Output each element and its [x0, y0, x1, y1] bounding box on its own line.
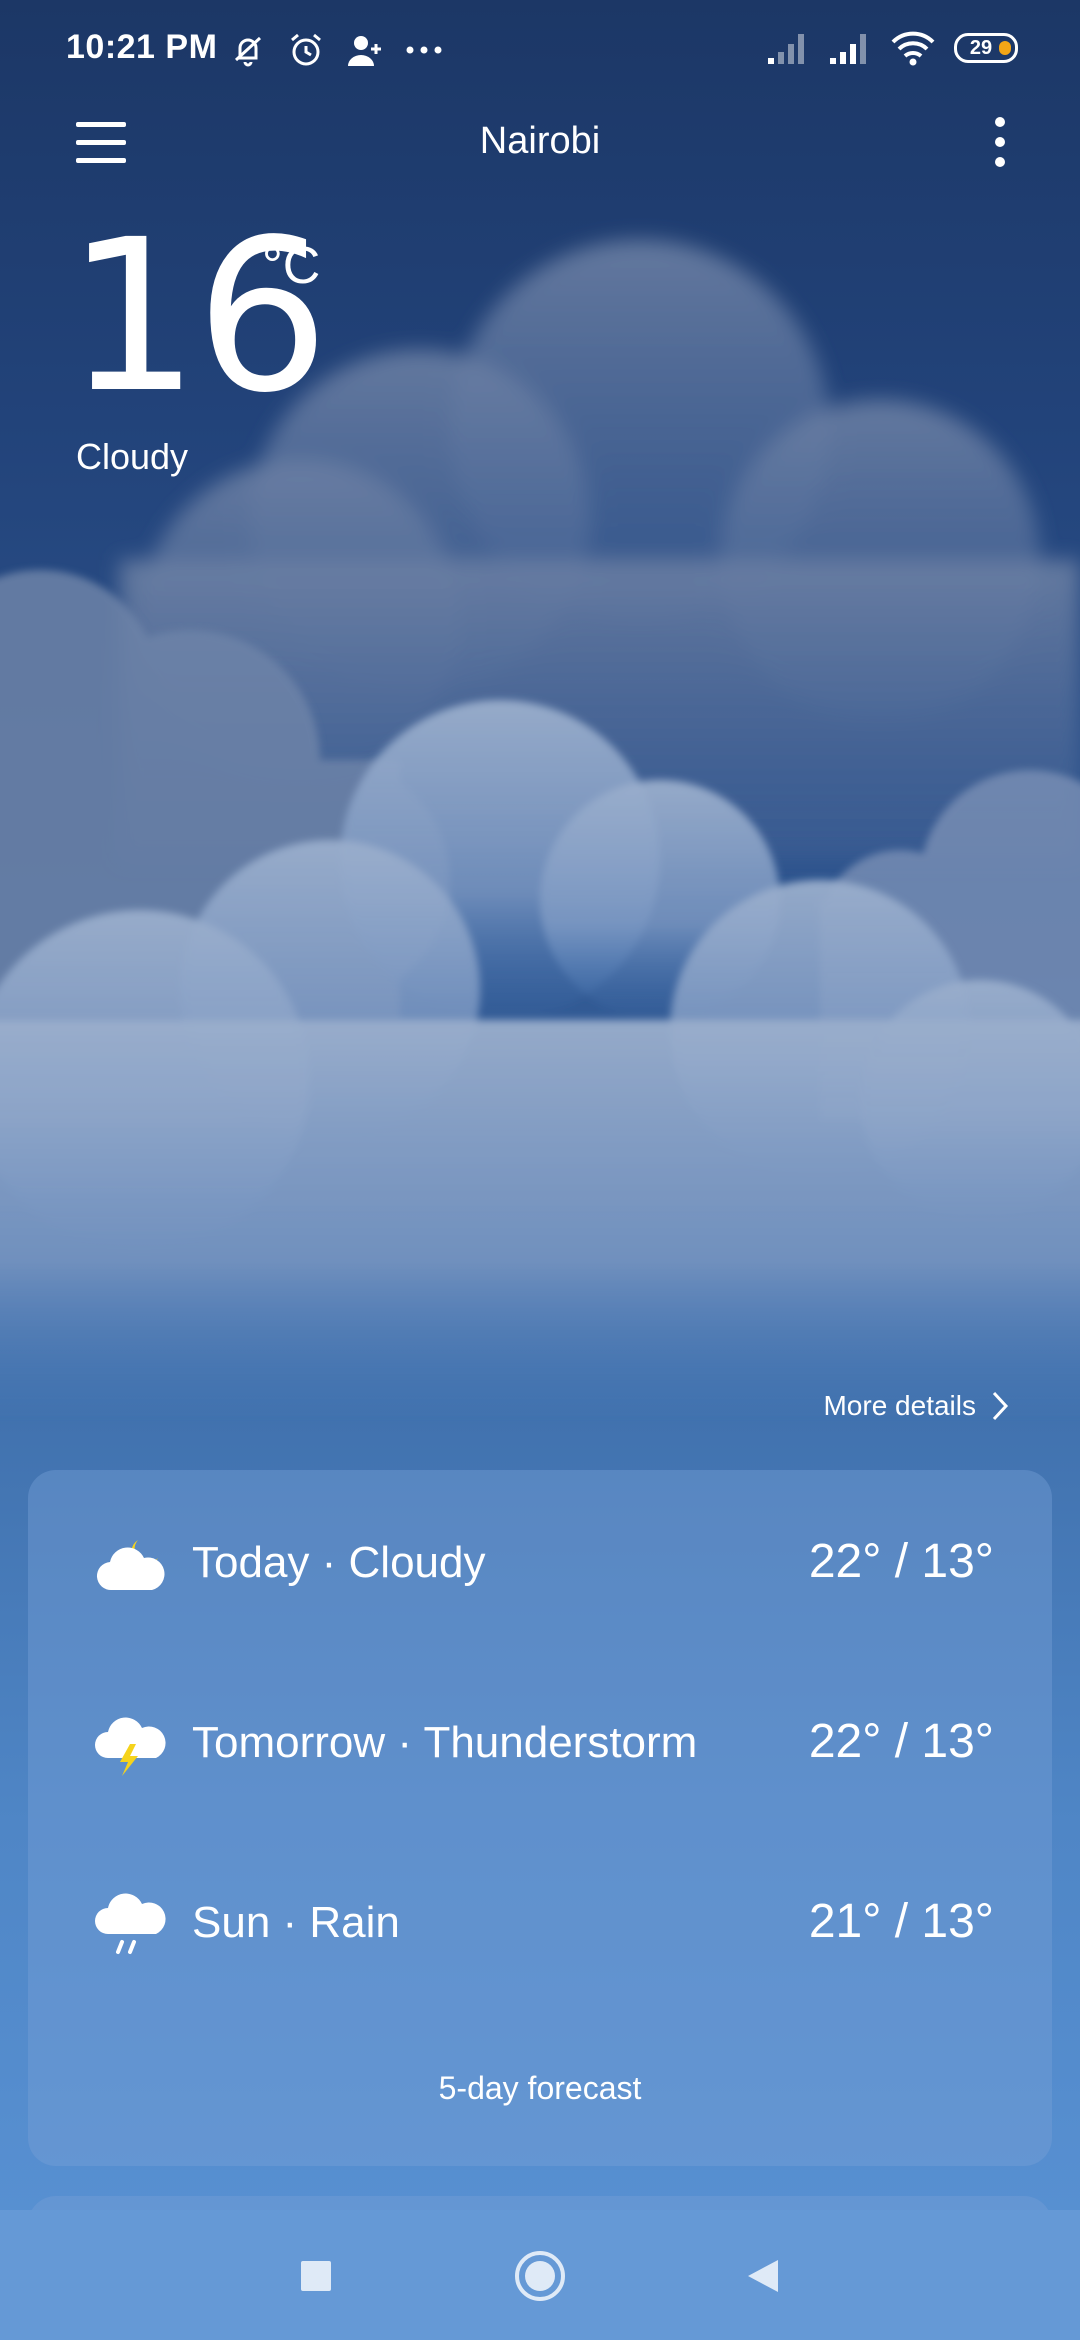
square-icon [301, 2261, 331, 2291]
cloud-moon-icon [96, 1540, 165, 1591]
status-bar: 10:21 PM 29 [0, 0, 1080, 100]
more-dots-icon [406, 46, 442, 54]
battery-level: 29 [969, 36, 993, 59]
forecast-temps: 21° / 13° [808, 1895, 994, 1948]
navigation-bar [0, 2210, 1080, 2340]
more-options-button[interactable] [988, 112, 1012, 172]
forecast-card: Today · Cloudy 22° / 13° Tomorrow · Thun… [28, 1470, 1052, 2166]
thunderstorm-icon [95, 1717, 166, 1776]
forecast-label: Tomorrow · Thunderstorm [192, 1718, 698, 1767]
five-day-forecast-button[interactable]: 5-day forecast [28, 2070, 1052, 2107]
circle-home-icon [515, 2251, 565, 2301]
back-triangle-icon [748, 2260, 778, 2292]
battery-indicator: 29 [954, 33, 1018, 63]
forecast-label: Today · Cloudy [192, 1538, 486, 1587]
status-time: 10:21 PM [66, 28, 218, 66]
add-contact-icon [348, 36, 381, 66]
signal-2-icon [830, 34, 866, 64]
rain-icon [95, 1893, 166, 1954]
more-details-link[interactable]: More details [823, 1390, 1010, 1422]
forecast-label: Sun · Rain [192, 1898, 400, 1947]
more-details-label: More details [823, 1390, 976, 1421]
alarm-icon [291, 33, 321, 66]
chevron-right-icon [992, 1391, 1009, 1421]
forecast-temps: 22° / 13° [808, 1535, 994, 1588]
city-title: Nairobi [479, 120, 601, 162]
vibrate-mute-icon [234, 36, 262, 67]
recents-button[interactable] [286, 2246, 346, 2306]
status-left-icons [228, 30, 446, 70]
forecast-row-sunday[interactable]: Sun · Rain 21° / 13° [28, 1860, 1052, 1980]
current-condition: Cloudy [76, 436, 189, 477]
back-button[interactable] [732, 2246, 792, 2306]
signal-1-icon [768, 34, 804, 64]
forecast-row-tomorrow[interactable]: Tomorrow · Thunderstorm 22° / 13° [28, 1680, 1052, 1800]
home-button[interactable] [510, 2246, 570, 2306]
status-right-icons: 29 [766, 30, 1018, 66]
forecast-row-today[interactable]: Today · Cloudy 22° / 13° [28, 1500, 1052, 1620]
temperature-unit: °C [262, 237, 321, 295]
vertical-more-icon [995, 117, 1005, 167]
wifi-icon [891, 31, 935, 66]
forecast-temps: 22° / 13° [808, 1715, 994, 1768]
